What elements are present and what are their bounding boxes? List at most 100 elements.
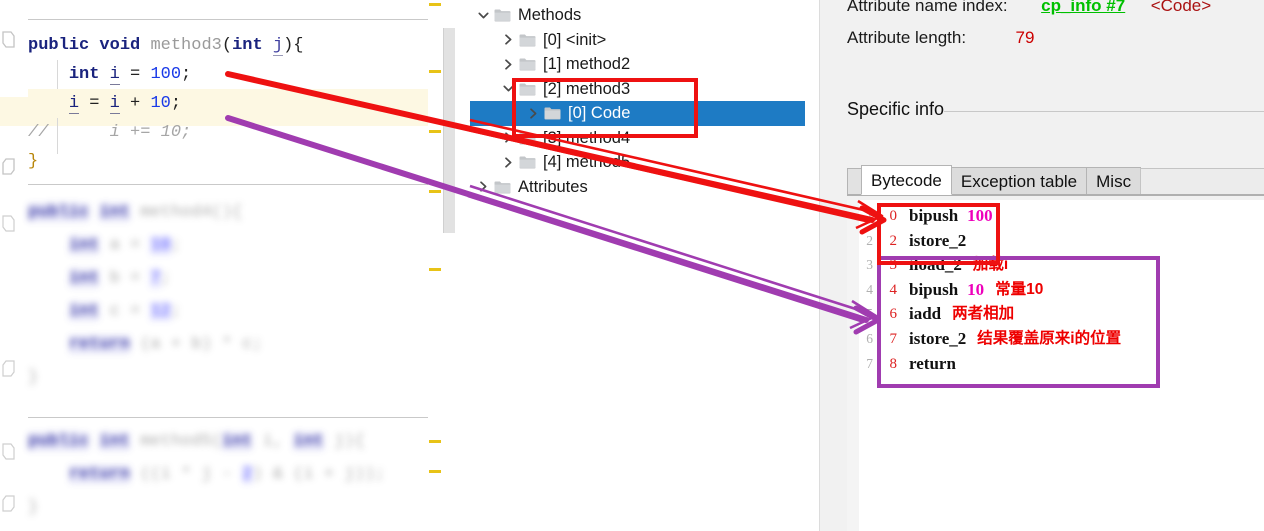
bytecode-listing[interactable]: 1 0 bipush 100 2 2 istore_2 3 3 iload_2 加载i 4 4 bipus… (847, 200, 1264, 531)
class-structure-tree[interactable]: Methods [0] <init> [1] method2 [2] method3 [… (470, 0, 820, 531)
fold-arrow-icon[interactable] (2, 158, 15, 175)
editor-warning-marker[interactable] (429, 470, 441, 473)
blurred-code-line: } (28, 368, 39, 387)
tree-node[interactable]: [0] <init> (470, 28, 805, 53)
bytecode-row[interactable]: 6 7 istore_2 结果覆盖原来i的位置 (847, 327, 1264, 352)
attribute-name-index-value[interactable]: cp_info #7 (1041, 0, 1125, 15)
chevron-right-icon[interactable] (502, 131, 515, 144)
tree-node[interactable]: [2] method3 (470, 77, 805, 102)
code-token: i (109, 94, 120, 114)
blurred-code-line: int c = 12; (68, 302, 182, 321)
editor-warning-marker[interactable] (429, 130, 441, 133)
code-line[interactable]: int i = 100; (28, 60, 428, 89)
tree-scrollbar[interactable] (805, 0, 820, 531)
fold-arrow-icon[interactable] (2, 31, 15, 48)
folder-icon (519, 155, 536, 169)
attribute-name-index-label: Attribute name index: (847, 0, 1008, 15)
detail-tabbar[interactable]: Bytecode Exception table Misc (847, 165, 1264, 195)
bytecode-row[interactable]: 7 8 return (847, 352, 1264, 377)
tabbar-filler (1140, 168, 1264, 195)
tree-node[interactable]: Methods (470, 3, 805, 28)
code-line[interactable]: // i += 10; (28, 118, 428, 147)
editor-warning-marker[interactable] (429, 440, 441, 443)
bytecode-offset: 8 (889, 355, 898, 372)
tree-node[interactable]: [1] method2 (470, 52, 805, 77)
bytecode-row[interactable]: 2 2 istore_2 (847, 229, 1264, 254)
blurred-code-line: int a = 10; (68, 236, 182, 255)
code-text[interactable]: public void method3(int j){ int i = 100;… (28, 31, 428, 176)
code-line[interactable]: public void method3(int j){ (28, 31, 428, 60)
code-token: + (119, 94, 151, 113)
editor-warning-marker[interactable] (429, 268, 441, 271)
editor-gutter[interactable] (0, 0, 28, 531)
tree-node[interactable]: [3] method4 (470, 126, 805, 151)
chevron-right-icon[interactable] (502, 58, 515, 71)
code-token: public (28, 36, 90, 55)
folder-icon (494, 8, 511, 22)
bytecode-offset: 2 (889, 232, 898, 249)
bytecode-line-number: 4 (866, 281, 873, 297)
bytecode-line-number: 1 (866, 208, 873, 223)
fold-arrow-icon[interactable] (2, 360, 15, 377)
bytecode-line-number: 7 (866, 355, 873, 371)
bytecode-opcode: return (909, 353, 956, 373)
bytecode-line-number: 3 (866, 257, 873, 273)
chevron-right-icon[interactable] (477, 180, 490, 193)
tree-node-label: [2] method3 (543, 79, 631, 98)
chevron-down-icon[interactable] (477, 9, 490, 22)
blurred-code-line: } (28, 498, 39, 517)
code-editor-panel[interactable]: public void method3(int j){ int i = 100;… (0, 0, 470, 531)
bytecode-annotation-note: 加载i (972, 256, 1009, 274)
editor-warning-marker[interactable] (429, 3, 441, 6)
code-token: int (68, 65, 100, 84)
code-token: i += 10; (48, 123, 192, 142)
chevron-right-icon[interactable] (527, 107, 540, 120)
tree-node-list[interactable]: Methods [0] <init> [1] method2 [2] method3 [… (470, 3, 805, 199)
code-line[interactable]: i = i + 10; (28, 89, 428, 118)
code-token: 10 (150, 94, 171, 113)
tree-node[interactable]: [0] Code (470, 101, 805, 126)
tree-node-label: Methods (518, 6, 582, 24)
blurred-code-line: return ((i * j - 2) & (i + j)); (68, 465, 386, 484)
editor-divider-top (0, 19, 470, 20)
folder-icon (544, 106, 561, 120)
tree-node-label: [1] method2 (543, 55, 631, 73)
code-line[interactable]: } (28, 147, 428, 176)
bytecode-row[interactable]: 1 0 bipush 100 (847, 204, 1264, 229)
bytecode-row[interactable]: 5 6 iadd 两者相加 (847, 302, 1264, 327)
bytecode-row[interactable]: 3 3 iload_2 加载i (847, 253, 1264, 278)
fold-arrow-icon[interactable] (2, 495, 15, 512)
chevron-down-icon[interactable] (502, 82, 515, 95)
tab-misc[interactable]: Misc (1086, 167, 1142, 194)
bytecode-rows[interactable]: 1 0 bipush 100 2 2 istore_2 3 3 iload_2 加载i 4 4 bipus… (847, 204, 1264, 376)
bytecode-opcode: iload_2 (909, 255, 962, 275)
chevron-right-icon[interactable] (502, 33, 515, 46)
bytecode-opcode: iadd (909, 304, 942, 324)
code-token: = (119, 65, 151, 84)
attribute-length-value: 79 (1015, 28, 1035, 47)
bytecode-operand: 10 (967, 279, 985, 299)
fold-arrow-icon[interactable] (2, 215, 15, 232)
chevron-right-icon[interactable] (502, 156, 515, 169)
folder-icon (519, 57, 536, 71)
editor-warning-marker[interactable] (429, 190, 441, 193)
folder-icon (519, 33, 536, 47)
folder-icon (519, 131, 536, 145)
tab-exception-table[interactable]: Exception table (950, 167, 1088, 194)
code-token: } (28, 152, 39, 171)
tree-node[interactable]: [4] method5 (470, 150, 805, 175)
code-token: ( (221, 36, 233, 55)
tab-bytecode[interactable]: Bytecode (861, 165, 952, 195)
blurred-code-line: public int method4(){ (28, 203, 243, 222)
bytecode-line-number: 5 (866, 306, 873, 322)
tree-node[interactable]: Attributes (470, 175, 805, 200)
editor-warning-marker[interactable] (429, 70, 441, 73)
bytecode-opcode: bipush (909, 206, 959, 225)
code-token: method3 (150, 36, 222, 55)
editor-marker-bar[interactable] (428, 0, 442, 531)
bytecode-row[interactable]: 4 4 bipush 10 常量10 (847, 278, 1264, 303)
code-token: int (232, 36, 263, 55)
code-token: ; (181, 65, 192, 84)
fold-arrow-icon[interactable] (2, 443, 15, 460)
